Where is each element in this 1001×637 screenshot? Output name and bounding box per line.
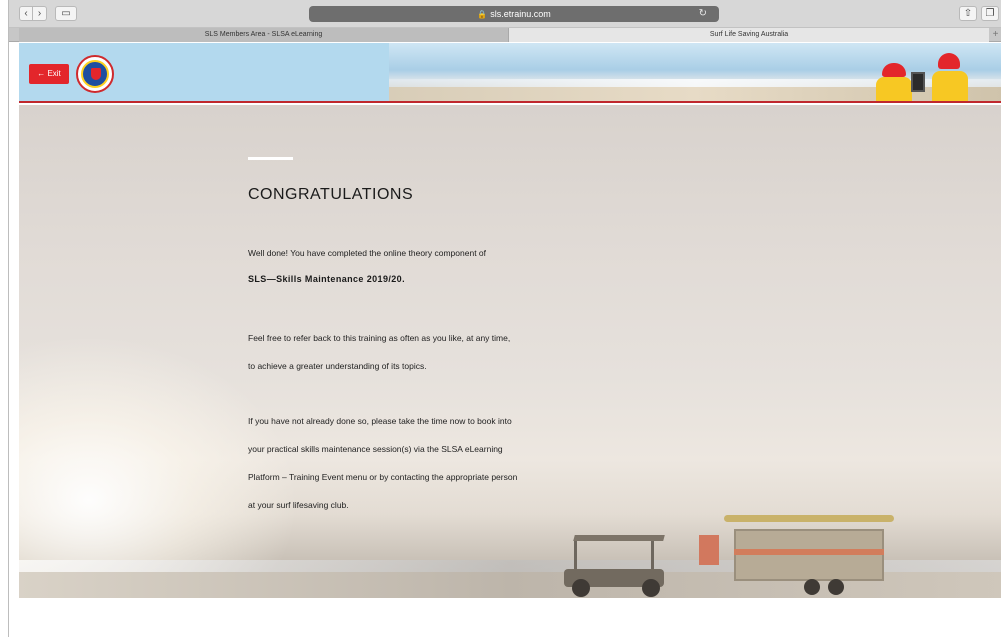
tab-overview-button[interactable]: ❐ — [981, 6, 999, 21]
address-bar[interactable]: 🔒 sls.etrainu.com ↻ — [309, 6, 719, 22]
title-accent-bar — [248, 157, 293, 160]
congratulations-panel: CONGRATULATIONS Well done! You have comp… — [19, 105, 1001, 598]
sidebar-icon: ▭ — [61, 8, 71, 19]
surf-life-saving-logo-icon — [76, 55, 114, 93]
tab-surf-life-saving-australia[interactable]: Surf Life Saving Australia — [509, 28, 989, 42]
plus-icon: + — [992, 29, 999, 40]
refer-back-text-line-2: to achieve a greater understanding of it… — [248, 361, 427, 371]
page-title: CONGRATULATIONS — [248, 186, 414, 203]
beach-buggy-image — [564, 535, 674, 598]
exit-button[interactable]: ← Exit — [29, 64, 69, 84]
intro-text: Well done! You have completed the online… — [248, 248, 487, 258]
sun-glow — [19, 335, 299, 598]
lifesaver-figure — [876, 63, 914, 101]
new-tab-button[interactable]: + — [989, 28, 1001, 42]
browser-window: ‹ › ▭ 🔒 sls.etrainu.com ↻ ⇧ ❐ SLS Members… — [8, 0, 1001, 637]
sidebar-toggle-button[interactable]: ▭ — [55, 6, 77, 21]
tablet-image — [911, 72, 925, 92]
lock-icon: 🔒 — [477, 10, 488, 19]
back-button[interactable]: ‹ — [19, 6, 33, 21]
tabs-icon: ❐ — [985, 8, 995, 19]
tab-bar: SLS Members Area - SLSA eLearning Surf L… — [9, 28, 1001, 42]
lifesaver-figure-2 — [930, 53, 968, 101]
booking-text-line-4: at your surf lifesaving club. — [248, 500, 349, 510]
browser-toolbar: ‹ › ▭ 🔒 sls.etrainu.com ↻ ⇧ ❐ — [9, 0, 1001, 28]
flag-image — [699, 535, 719, 565]
course-header: ← Exit — [19, 43, 1001, 103]
booking-text-line-2: your practical skills maintenance sessio… — [248, 444, 503, 454]
chevron-left-icon: ‹ — [24, 8, 28, 19]
chevron-right-icon: › — [37, 8, 42, 19]
reload-icon[interactable]: ↻ — [699, 6, 707, 22]
share-button[interactable]: ⇧ — [959, 6, 977, 21]
rescue-trailer-image — [724, 515, 894, 598]
tab-sls-members-area[interactable]: SLS Members Area - SLSA eLearning — [19, 28, 509, 42]
booking-text-line-1: If you have not already done so, please … — [248, 416, 512, 426]
share-icon: ⇧ — [963, 8, 973, 19]
url-text: sls.etrainu.com — [490, 9, 551, 19]
course-name: SLS—Skills Maintenance 2019/20. — [248, 274, 405, 284]
forward-button[interactable]: › — [33, 6, 47, 21]
refer-back-text-line-1: Feel free to refer back to this training… — [248, 333, 511, 343]
completion-message: CONGRATULATIONS Well done! You have comp… — [248, 157, 608, 510]
booking-text-line-3: Platform – Training Event menu or by con… — [248, 472, 518, 482]
